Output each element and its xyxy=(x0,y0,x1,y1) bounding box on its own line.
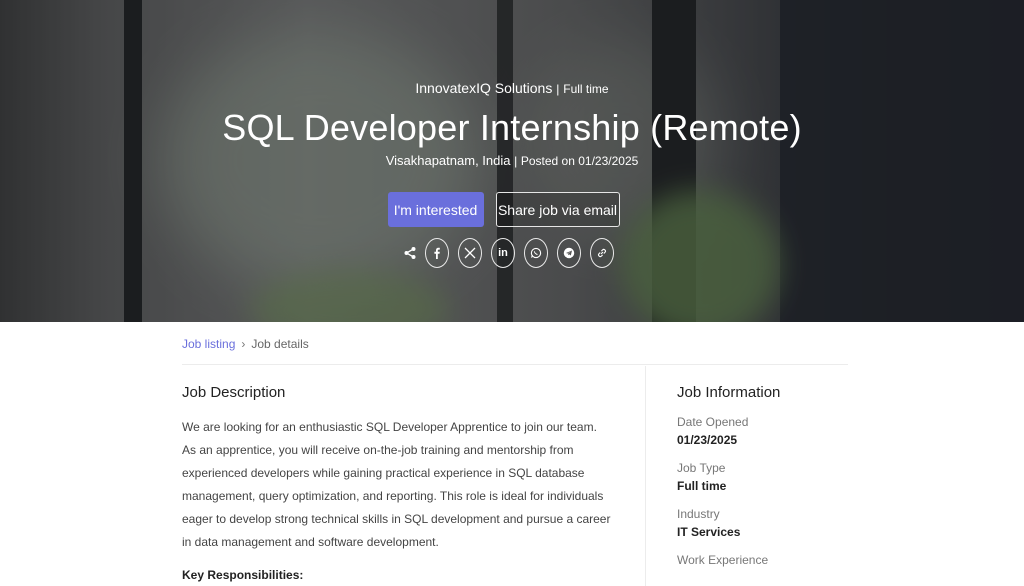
breadcrumb-job-listing-link[interactable]: Job listing xyxy=(182,337,235,351)
column-divider xyxy=(645,366,646,586)
share-via-email-button[interactable]: Share job via email xyxy=(495,192,620,227)
hero-content: InnovatexIQ Solutions | Full time SQL De… xyxy=(0,0,1024,322)
chevron-right-icon: › xyxy=(241,337,246,351)
share-icon xyxy=(404,247,416,259)
breadcrumb-current: Job details xyxy=(251,337,309,351)
telegram-share-button[interactable] xyxy=(557,238,581,268)
info-work-experience: Work Experience xyxy=(677,553,857,567)
job-location: Visakhapatnam, India xyxy=(385,153,511,168)
hero-banner: InnovatexIQ Solutions | Full time SQL De… xyxy=(0,0,1024,322)
linkedin-share-button[interactable]: in xyxy=(491,238,515,268)
divider xyxy=(182,364,848,365)
facebook-share-button[interactable] xyxy=(425,238,449,268)
info-label: Work Experience xyxy=(677,553,769,567)
separator: | xyxy=(556,82,560,96)
linkedin-icon: in xyxy=(498,247,508,259)
info-label: Date Opened xyxy=(677,415,749,429)
x-share-button[interactable] xyxy=(458,238,482,268)
job-title: SQL Developer Internship (Remote) xyxy=(222,107,802,148)
copy-link-button[interactable] xyxy=(590,238,614,268)
job-description-section: Job Description We are looking for an en… xyxy=(182,384,612,582)
key-responsibilities-heading: Key Responsibilities: xyxy=(182,568,304,582)
link-icon xyxy=(598,248,606,258)
breadcrumb: Job listing › Job details xyxy=(182,337,309,351)
x-icon xyxy=(464,247,476,259)
job-description-heading: Job Description xyxy=(182,384,286,401)
info-label: Industry xyxy=(677,507,720,521)
job-description-text: We are looking for an enthusiastic SQL D… xyxy=(182,420,611,549)
info-date-opened: Date Opened 01/23/2025 xyxy=(677,415,857,447)
info-label: Job Type xyxy=(677,461,726,475)
info-job-type: Job Type Full time xyxy=(677,461,857,493)
whatsapp-share-button[interactable] xyxy=(524,238,548,268)
info-industry: Industry IT Services xyxy=(677,507,857,539)
separator: | xyxy=(514,154,518,168)
company-line: InnovatexIQ Solutions | Full time xyxy=(0,80,1024,96)
info-value: 01/23/2025 xyxy=(677,433,738,447)
posted-date: Posted on 01/23/2025 xyxy=(520,154,639,168)
company-name: InnovatexIQ Solutions xyxy=(415,80,553,96)
social-share-bar: in xyxy=(403,238,623,268)
im-interested-button[interactable]: I'm interested xyxy=(387,192,484,227)
location-line: Visakhapatnam, India | Posted on 01/23/2… xyxy=(0,153,1024,168)
info-value: IT Services xyxy=(677,525,741,539)
facebook-icon xyxy=(434,247,440,259)
action-buttons: I'm interested Share job via email xyxy=(0,192,1024,227)
job-information-heading: Job Information xyxy=(677,384,781,401)
whatsapp-icon xyxy=(530,247,542,259)
telegram-icon xyxy=(563,247,575,259)
job-information-panel: Job Information Date Opened 01/23/2025 J… xyxy=(677,384,857,571)
info-value: Full time xyxy=(677,479,727,493)
employment-type: Full time xyxy=(563,82,609,96)
